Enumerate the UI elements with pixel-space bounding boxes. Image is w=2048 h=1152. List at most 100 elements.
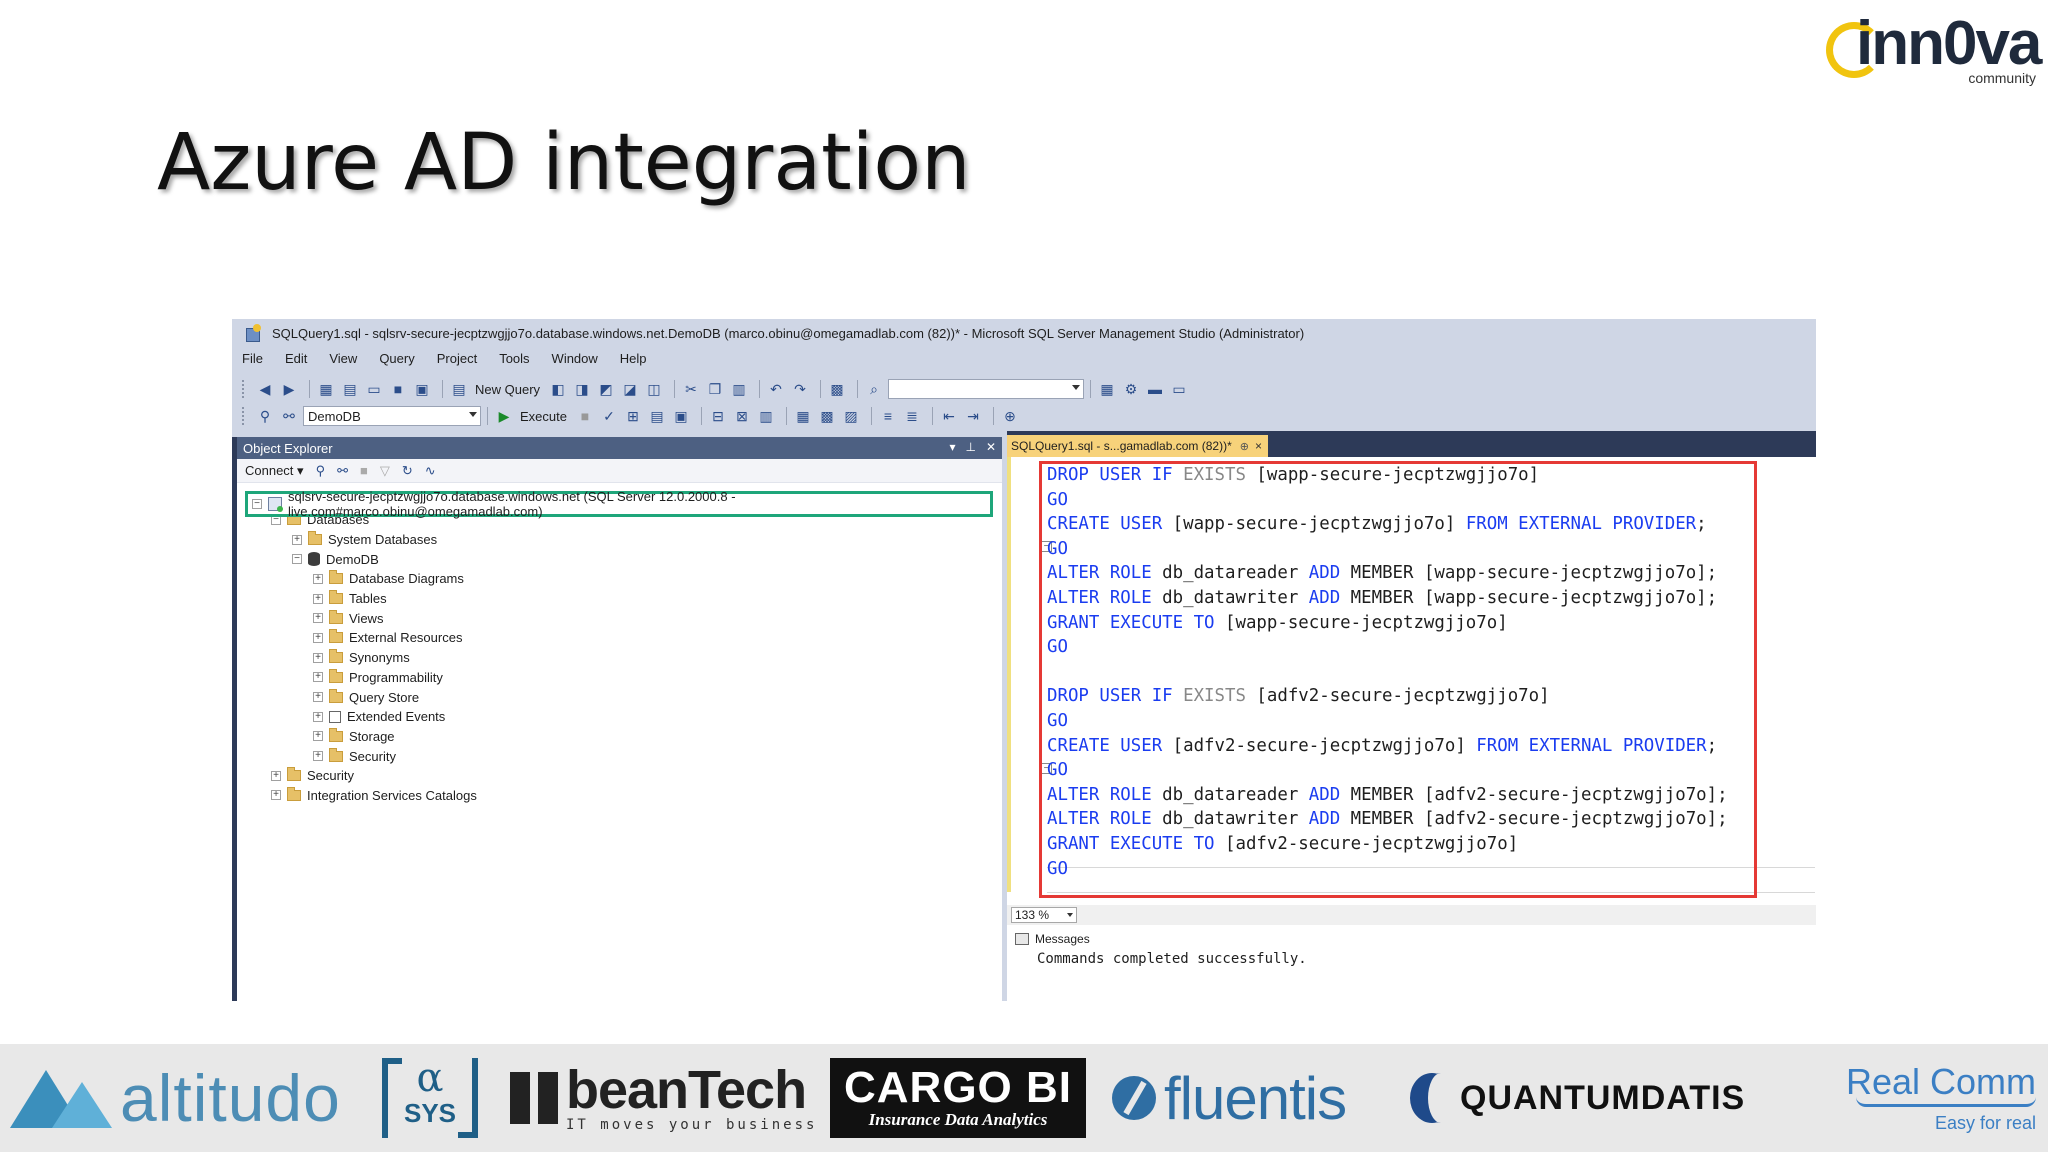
tree-item-programmability[interactable]: + Programmability [237, 668, 1002, 688]
menu-edit[interactable]: Edit [285, 351, 307, 373]
solution-explorer-icon[interactable]: ▦ [1097, 379, 1117, 399]
add-item-icon[interactable]: ▤ [340, 379, 360, 399]
expand-icon[interactable]: + [313, 692, 323, 703]
save-all-icon[interactable]: ▣ [412, 379, 432, 399]
chevron-down-icon[interactable] [469, 412, 477, 417]
expand-icon[interactable]: + [271, 790, 281, 801]
tree-item-views[interactable]: + Views [237, 608, 1002, 628]
tab-messages[interactable]: Messages [1035, 932, 1090, 946]
include-plan-icon[interactable]: ⊟ [708, 406, 728, 426]
tree-item-demodb[interactable]: − DemoDB [237, 549, 1002, 569]
tree-item-system-databases[interactable]: + System Databases [237, 530, 1002, 550]
change-connection-icon[interactable]: ⚯ [279, 406, 299, 426]
paste-icon[interactable]: ▥ [729, 379, 749, 399]
find-combo[interactable] [888, 379, 1085, 399]
connect-plug-icon[interactable]: ⚲ [316, 463, 326, 479]
open-folder-icon[interactable]: ▭ [364, 379, 384, 399]
comment-icon[interactable]: ≡ [878, 406, 898, 426]
server-node[interactable]: − sqlsrv-secure-jecptzwgjjo7o.database.w… [245, 489, 993, 519]
execute-icon[interactable]: ▶ [494, 406, 514, 426]
expand-icon[interactable]: + [313, 573, 323, 584]
zoom-select[interactable]: 133 % [1011, 907, 1077, 923]
new-project-icon[interactable]: ▦ [316, 379, 336, 399]
code-editor[interactable]: − − DROP USER IF EXISTS [wapp-secure-jec… [1007, 457, 1816, 898]
activity-icon[interactable]: ∿ [425, 463, 436, 479]
collapse-icon[interactable]: − [292, 554, 302, 565]
tree-item-database-diagrams[interactable]: + Database Diagrams [237, 569, 1002, 589]
db-engine-query-icon[interactable]: ◧ [548, 379, 568, 399]
expand-icon[interactable]: + [313, 751, 323, 762]
undo-icon[interactable]: ↶ [766, 379, 786, 399]
tree-item-query-store[interactable]: + Query Store [237, 687, 1002, 707]
uncomment-icon[interactable]: ≣ [902, 406, 922, 426]
expand-icon[interactable]: + [292, 534, 302, 545]
pin-icon[interactable]: ⊕ [1240, 440, 1249, 453]
back-icon[interactable]: ◀ [255, 379, 275, 399]
new-query-icon[interactable]: ▤ [449, 379, 469, 399]
intellisense-icon[interactable]: ▣ [671, 406, 691, 426]
tab-sqlquery1[interactable]: SQLQuery1.sql - s...gamadlab.com (82))* … [1007, 435, 1268, 457]
expand-icon[interactable]: + [313, 672, 323, 683]
menu-project[interactable]: Project [437, 351, 477, 373]
tree-item-integration-services[interactable]: + Integration Services Catalogs [237, 786, 1002, 806]
save-icon[interactable]: ■ [388, 379, 408, 399]
new-query-button[interactable]: New Query [475, 382, 540, 397]
tree-item-security[interactable]: + Security [237, 766, 1002, 786]
display-plan-icon[interactable]: ⊞ [623, 406, 643, 426]
chevron-down-icon[interactable] [1067, 913, 1073, 917]
close-icon[interactable]: ✕ [986, 440, 996, 454]
connect-icon[interactable]: ⚲ [255, 406, 275, 426]
forward-icon[interactable]: ▶ [279, 379, 299, 399]
results-grid-icon[interactable]: ▩ [817, 406, 837, 426]
expand-icon[interactable]: + [271, 770, 281, 781]
xmla-query-icon[interactable]: ◪ [620, 379, 640, 399]
cancel-query-icon[interactable]: ■ [575, 406, 595, 426]
window-layout-icon[interactable]: ▭ [1169, 379, 1189, 399]
find-icon[interactable]: ⌕ [864, 379, 884, 399]
tree-item-synonyms[interactable]: + Synonyms [237, 648, 1002, 668]
execute-button[interactable]: Execute [520, 409, 567, 424]
tree-item-extended-events[interactable]: + Extended Events [237, 707, 1002, 727]
copy-icon[interactable]: ❐ [705, 379, 725, 399]
parse-icon[interactable]: ✓ [599, 406, 619, 426]
decrease-indent-icon[interactable]: ⇤ [939, 406, 959, 426]
live-stats-icon[interactable]: ⊠ [732, 406, 752, 426]
expand-icon[interactable]: + [313, 711, 323, 722]
menu-tools[interactable]: Tools [499, 351, 529, 373]
chevron-down-icon[interactable]: ▾ [949, 440, 955, 454]
redo-icon[interactable]: ↷ [790, 379, 810, 399]
results-text-icon[interactable]: ▦ [793, 406, 813, 426]
toolbar-grip[interactable] [242, 380, 247, 398]
mdx-query-icon[interactable]: ◨ [572, 379, 592, 399]
stop-icon[interactable]: ■ [360, 463, 368, 478]
expand-icon[interactable]: + [313, 613, 323, 624]
refresh-icon[interactable]: ↻ [402, 463, 413, 479]
tree-item-external-resources[interactable]: + External Resources [237, 628, 1002, 648]
chevron-down-icon[interactable] [1072, 385, 1081, 390]
close-icon[interactable]: × [1255, 439, 1262, 453]
tree-item-tables[interactable]: + Tables [237, 589, 1002, 609]
expand-icon[interactable]: + [313, 593, 323, 604]
menu-query[interactable]: Query [379, 351, 414, 373]
available-databases-select[interactable]: DemoDB [303, 406, 481, 426]
results-file-icon[interactable]: ▨ [841, 406, 861, 426]
expand-icon[interactable]: + [313, 731, 323, 742]
menu-view[interactable]: View [329, 351, 357, 373]
tree-item-db-security[interactable]: + Security [237, 746, 1002, 766]
activity-monitor-icon[interactable]: ▩ [827, 379, 847, 399]
toolbox-icon[interactable]: ▬ [1145, 379, 1165, 399]
connect-button[interactable]: Connect ▾ [245, 463, 304, 479]
cut-icon[interactable]: ✂ [681, 379, 701, 399]
collapse-icon[interactable]: − [252, 499, 262, 509]
query-designer-icon[interactable]: ▤ [647, 406, 667, 426]
tree-item-storage[interactable]: + Storage [237, 727, 1002, 747]
expand-icon[interactable]: + [313, 652, 323, 663]
menu-window[interactable]: Window [552, 351, 598, 373]
properties-icon[interactable]: ⚙ [1121, 379, 1141, 399]
client-stats-icon[interactable]: ▥ [756, 406, 776, 426]
expand-icon[interactable]: + [313, 632, 323, 643]
disconnect-icon[interactable]: ⚯ [337, 463, 348, 479]
toolbar-grip[interactable] [242, 407, 247, 425]
menu-file[interactable]: File [242, 351, 263, 373]
specify-values-icon[interactable]: ⊕ [1000, 406, 1020, 426]
